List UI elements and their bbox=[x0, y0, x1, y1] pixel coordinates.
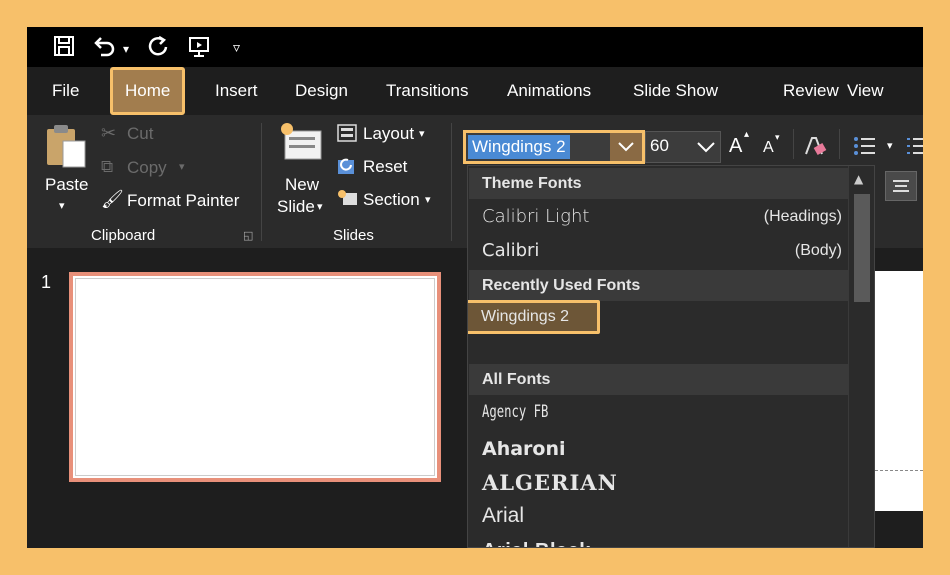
group-separator bbox=[839, 129, 840, 159]
new-slide-dropdown-icon[interactable]: ▾ bbox=[317, 200, 323, 213]
copy-icon: ⧉ bbox=[101, 157, 114, 177]
quick-access-toolbar: ▾ ▿ bbox=[27, 27, 923, 67]
font-option-arial-black[interactable]: Arial Black bbox=[482, 540, 591, 547]
tab-file[interactable]: File bbox=[52, 67, 79, 115]
paste-icon[interactable] bbox=[45, 123, 87, 173]
tab-slide-show[interactable]: Slide Show bbox=[633, 67, 718, 115]
font-list-scrollbar[interactable]: ▲ bbox=[848, 166, 874, 547]
cut-icon: ✂ bbox=[101, 123, 117, 144]
font-size-combobox[interactable]: 60 bbox=[645, 131, 721, 163]
clipboard-dialog-launcher-icon[interactable]: ◱ bbox=[243, 229, 253, 242]
format-painter-button[interactable]: Format Painter bbox=[127, 191, 239, 211]
slides-group-label: Slides bbox=[333, 227, 374, 244]
paste-dropdown-icon[interactable]: ▾ bbox=[59, 199, 65, 212]
shrink-font-button[interactable]: A bbox=[763, 139, 774, 157]
placeholder-border bbox=[875, 470, 923, 471]
tab-animations[interactable]: Animations bbox=[507, 67, 591, 115]
grow-font-caret-icon: ▴ bbox=[744, 129, 750, 140]
font-size-input[interactable]: 60 bbox=[650, 136, 669, 156]
font-dropdown-list: Theme Fonts Calibri Light (Headings) Cal… bbox=[467, 165, 875, 548]
shrink-font-caret-icon: ▾ bbox=[775, 133, 780, 143]
font-name-dropdown-icon[interactable] bbox=[610, 133, 642, 161]
clear-formatting-icon[interactable] bbox=[803, 135, 827, 161]
tab-design[interactable]: Design bbox=[295, 67, 348, 115]
paste-button-label[interactable]: Paste bbox=[45, 175, 88, 195]
copy-dropdown-icon[interactable]: ▾ bbox=[179, 160, 185, 173]
layout-dropdown-icon[interactable]: ▾ bbox=[419, 127, 425, 140]
present-from-start-icon[interactable] bbox=[187, 35, 213, 64]
tab-review[interactable]: Review bbox=[783, 67, 839, 115]
slide-thumbnail[interactable] bbox=[69, 272, 441, 482]
undo-dropdown-icon[interactable]: ▾ bbox=[123, 37, 129, 61]
font-option-tag-headings: (Headings) bbox=[763, 208, 842, 225]
cut-button[interactable]: Cut bbox=[127, 124, 153, 144]
section-dropdown-icon[interactable]: ▾ bbox=[425, 193, 431, 206]
new-slide-label-line2[interactable]: Slide bbox=[277, 197, 315, 217]
group-separator bbox=[451, 123, 452, 241]
recently-used-fonts-header: Recently Used Fonts bbox=[469, 270, 849, 301]
layout-icon bbox=[337, 124, 357, 146]
section-button[interactable]: Section bbox=[363, 190, 420, 210]
scrollbar-thumb[interactable] bbox=[854, 194, 870, 302]
copy-button[interactable]: Copy bbox=[127, 158, 167, 178]
font-option-calibri[interactable]: Calibri bbox=[482, 240, 539, 261]
font-option-tag-body: (Body) bbox=[794, 242, 842, 259]
tab-transitions[interactable]: Transitions bbox=[386, 67, 469, 115]
bullets-icon[interactable] bbox=[853, 135, 877, 161]
font-name-input[interactable]: Wingdings 2 bbox=[468, 135, 570, 159]
slide-canvas[interactable] bbox=[875, 271, 923, 511]
new-slide-icon[interactable] bbox=[279, 121, 323, 167]
slide-number: 1 bbox=[41, 272, 52, 292]
layout-button[interactable]: Layout bbox=[363, 124, 414, 144]
tab-home[interactable]: Home bbox=[110, 67, 186, 115]
redo-icon[interactable] bbox=[147, 35, 169, 62]
font-option-arial[interactable]: Arial bbox=[482, 504, 524, 528]
group-separator bbox=[261, 123, 262, 241]
font-name-combobox[interactable]: Wingdings 2 bbox=[463, 130, 645, 164]
font-size-dropdown-icon[interactable] bbox=[696, 135, 716, 160]
slide-thumbnail-content bbox=[75, 278, 435, 476]
bullets-dropdown-icon[interactable]: ▾ bbox=[887, 139, 893, 152]
font-option-algerian[interactable]: ALGERIAN bbox=[482, 470, 618, 495]
font-option-wingdings-2[interactable]: Wingdings 2 bbox=[468, 300, 600, 334]
font-option-calibri-light[interactable]: Calibri Light bbox=[482, 206, 589, 227]
section-icon bbox=[337, 189, 359, 213]
font-option-aharoni[interactable]: Aharoni bbox=[482, 438, 566, 460]
font-option-agency-fb[interactable]: Agency FB bbox=[482, 402, 548, 422]
reset-icon bbox=[337, 157, 359, 181]
format-painter-icon: 🖌 bbox=[101, 189, 124, 210]
save-icon[interactable] bbox=[53, 35, 75, 62]
group-separator bbox=[793, 129, 794, 159]
numbering-icon[interactable] bbox=[907, 135, 923, 161]
customize-qat-icon[interactable]: ▿ bbox=[233, 36, 240, 60]
tab-view[interactable]: View bbox=[847, 67, 884, 115]
new-slide-label-line1[interactable]: New bbox=[285, 175, 319, 195]
powerpoint-window: ▾ ▿ File Home Insert Design Transitions … bbox=[27, 27, 923, 548]
grow-font-button[interactable]: A bbox=[729, 135, 742, 158]
undo-icon[interactable] bbox=[93, 35, 119, 62]
all-fonts-header: All Fonts bbox=[469, 364, 849, 395]
align-center-icon[interactable] bbox=[885, 171, 917, 201]
scroll-up-icon[interactable]: ▲ bbox=[854, 172, 863, 186]
reset-button[interactable]: Reset bbox=[363, 157, 407, 177]
ribbon-tabs: File Home Insert Design Transitions Anim… bbox=[27, 67, 923, 115]
theme-fonts-header: Theme Fonts bbox=[469, 168, 849, 199]
tab-insert[interactable]: Insert bbox=[215, 67, 258, 115]
clipboard-group-label: Clipboard bbox=[91, 227, 156, 244]
